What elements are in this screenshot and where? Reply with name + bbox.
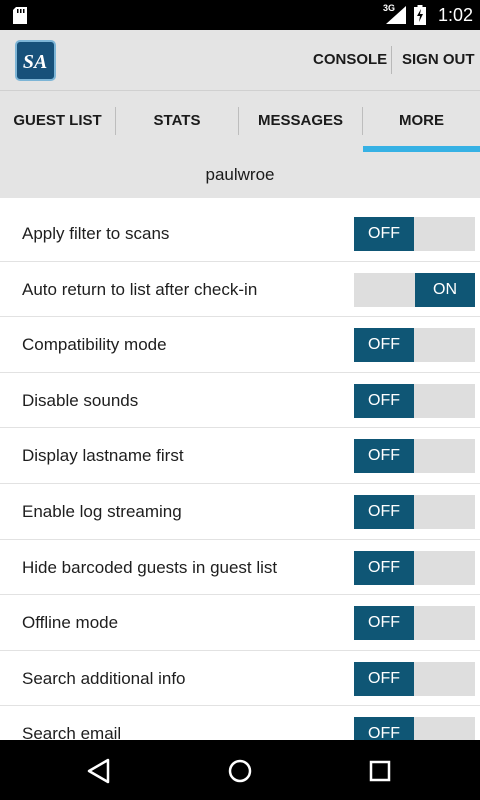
sign-out-button[interactable]: SIGN OUT — [402, 30, 475, 90]
display-lastname-first-toggle[interactable]: OFF — [354, 439, 475, 474]
sd-card-icon — [13, 7, 27, 24]
action-divider — [391, 46, 392, 74]
tab-more[interactable]: MORE — [363, 91, 480, 153]
setting-label: Compatibility mode — [22, 335, 167, 355]
console-button[interactable]: CONSOLE — [313, 30, 387, 90]
app-logo-mark: SA — [23, 51, 47, 73]
setting-label: Enable log streaming — [22, 501, 182, 521]
setting-label: Display lastname first — [22, 446, 184, 466]
setting-row-disable-sounds: Disable sounds OFF — [0, 373, 480, 429]
setting-label: Offline mode — [22, 613, 119, 633]
auto-return-toggle[interactable]: ON — [354, 272, 475, 307]
setting-label: Apply filter to scans — [22, 224, 170, 243]
hide-barcoded-guests-toggle[interactable]: OFF — [354, 550, 475, 585]
setting-row-search-additional-info: Search additional info OFF — [0, 651, 480, 707]
enable-log-streaming-toggle[interactable]: OFF — [354, 494, 475, 529]
home-icon[interactable] — [227, 758, 253, 784]
setting-label: Hide barcoded guests in guest list — [22, 557, 278, 577]
setting-row-offline-mode: Offline mode OFF — [0, 595, 480, 651]
app-logo: SA — [15, 40, 56, 81]
settings-list[interactable]: Apply filter to scans OFF Auto return to… — [0, 206, 480, 740]
setting-row-auto-return: Auto return to list after check-in ON — [0, 262, 480, 318]
tab-bar: GUEST LIST STATS MESSAGES MORE — [0, 90, 480, 152]
toggle-state: OFF — [354, 606, 414, 641]
navigation-bar — [0, 740, 480, 800]
apply-filter-toggle[interactable]: OFF — [354, 217, 475, 251]
toggle-state: OFF — [354, 550, 414, 585]
setting-row-enable-log-streaming: Enable log streaming OFF — [0, 484, 480, 540]
toggle-state: OFF — [354, 328, 414, 363]
search-email-toggle[interactable]: OFF — [354, 717, 475, 740]
status-clock: 1:02 — [438, 5, 474, 25]
toggle-state: OFF — [354, 439, 414, 474]
battery-charging-icon — [414, 5, 426, 25]
setting-row-display-lastname-first: Display lastname first OFF — [0, 428, 480, 484]
toggle-state: OFF — [354, 661, 414, 696]
username-header: paulwroe — [0, 152, 480, 198]
setting-label: Disable sounds — [22, 390, 139, 410]
setting-label: Auto return to list after check-in — [22, 279, 258, 299]
tab-stats[interactable]: STATS — [116, 91, 238, 153]
tab-messages[interactable]: MESSAGES — [239, 91, 362, 153]
app-logo-text: SA — [23, 51, 47, 73]
username-label: paulwroe — [205, 165, 275, 184]
tab-guest-list[interactable]: GUEST LIST — [0, 91, 115, 153]
compatibility-mode-toggle[interactable]: OFF — [354, 328, 475, 363]
toggle-state: OFF — [354, 717, 414, 740]
signal-icon — [386, 6, 406, 24]
setting-row-search-email: Search email OFF — [0, 706, 480, 740]
toggle-state: OFF — [354, 217, 414, 251]
setting-row-compatibility-mode: Compatibility mode OFF — [0, 317, 480, 373]
setting-row-hide-barcoded-guests: Hide barcoded guests in guest list OFF — [0, 540, 480, 596]
back-icon[interactable] — [86, 758, 112, 784]
toggle-state: ON — [415, 272, 475, 307]
toggle-state: OFF — [354, 383, 414, 418]
setting-label: Search email — [22, 724, 122, 740]
search-additional-info-toggle[interactable]: OFF — [354, 661, 475, 696]
disable-sounds-toggle[interactable]: OFF — [354, 383, 475, 418]
status-bar: 3G 1:02 — [0, 0, 480, 30]
toggle-state: OFF — [354, 494, 414, 529]
setting-row-apply-filter: Apply filter to scans OFF — [0, 206, 480, 262]
offline-mode-toggle[interactable]: OFF — [354, 606, 475, 641]
app-bar: SA CONSOLE SIGN OUT — [0, 30, 480, 90]
recents-icon[interactable] — [367, 758, 393, 784]
setting-label: Search additional info — [22, 668, 186, 688]
